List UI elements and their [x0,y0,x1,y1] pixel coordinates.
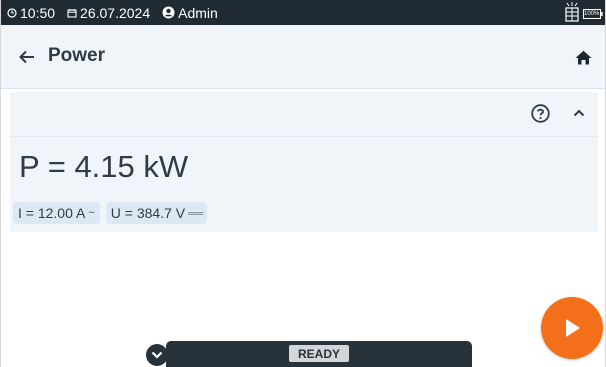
dc-symbol: ═══ [188,208,203,218]
ac-symbol: ~ [88,207,95,219]
device-icon [564,2,580,25]
help-circle-icon [530,103,550,123]
home-icon [575,50,591,64]
clock-icon [7,7,17,18]
calendar-icon [67,8,77,18]
status-user: Admin [178,4,218,21]
panel-toolbar [10,92,598,137]
voltage-value: U = 384.7 V [110,205,186,221]
help-button[interactable] [529,102,551,124]
back-button[interactable] [15,45,39,69]
start-button[interactable] [541,297,603,359]
chevron-up-icon [573,109,585,117]
power-value: P = 4.15 kW [19,149,189,184]
collapse-button[interactable] [568,102,590,124]
current-value: I = 12.00 A [18,205,86,221]
battery-label: 100% [584,10,600,17]
home-button[interactable] [571,45,595,69]
arrow-left-icon [19,50,34,64]
status-date: 26.07.2024 [80,4,151,21]
chevron-down-circle-icon [151,351,163,359]
expand-button[interactable] [146,344,168,366]
status-time: 10:50 [20,4,56,21]
battery-icon: 100% [583,8,603,19]
measurement-panel: P = 4.15 kW I = 12.00 A ~ U = 384.7 V ══… [10,92,598,232]
measurement-chips: I = 12.00 A ~ U = 384.7 V ═══ [13,202,208,224]
page-title: Power [48,45,106,66]
current-chip: I = 12.00 A ~ [13,202,100,224]
status-badge: READY [289,345,349,362]
bottom-status-bar: READY [166,341,472,367]
account-circle-icon [162,6,175,19]
play-icon [566,319,580,337]
user-group[interactable]: Admin [162,5,218,21]
voltage-chip: U = 384.7 V ═══ [105,202,208,224]
clock-group: 10:50 [7,5,55,21]
page-header: Power [1,25,605,89]
status-bar: 10:50 26.07.2024 Admin 100% [1,0,605,25]
status-indicators: 100% [564,2,603,25]
app-window: 10:50 26.07.2024 Admin 100% Power P = 4.… [0,0,606,367]
date-group: 26.07.2024 [67,5,150,21]
